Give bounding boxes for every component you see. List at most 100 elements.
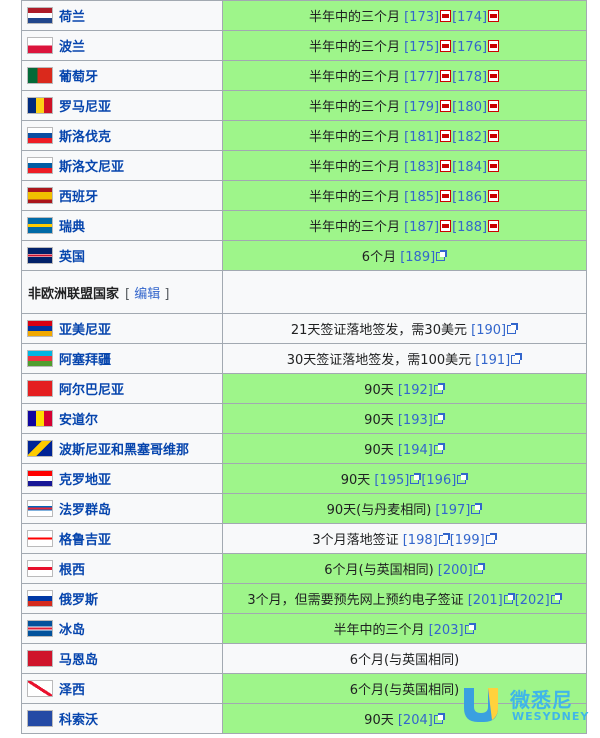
pdf-icon	[488, 100, 500, 112]
reference-link[interactable]: [192]	[398, 383, 433, 398]
country-link[interactable]: 瑞典	[59, 220, 85, 235]
romania-flag-icon	[28, 98, 52, 113]
requirement-text: 6个月(与英国相同)	[349, 683, 460, 698]
country-link[interactable]: 波兰	[59, 40, 85, 55]
country-link[interactable]: 冰岛	[59, 623, 85, 638]
country-link[interactable]: 葡萄牙	[59, 70, 98, 85]
reference-link[interactable]: [200]	[438, 563, 473, 578]
reference-link[interactable]: [194]	[398, 443, 433, 458]
requirement-cell: 半年中的三个月 [175] [176]	[222, 30, 587, 61]
reference-link[interactable]: [183]	[404, 160, 439, 175]
country-cell: 斯洛伐克	[21, 120, 223, 151]
country-cell: 波斯尼亚和黑塞哥维那	[21, 433, 223, 464]
reference-link[interactable]: [182]	[452, 130, 487, 145]
visa-requirements-table: 荷兰半年中的三个月 [173] [174] 波兰半年中的三个月 [175] [176]…	[21, 0, 587, 734]
reference-link[interactable]: [185]	[404, 190, 439, 205]
jersey-flag-icon	[28, 681, 52, 696]
reference-link[interactable]: [186]	[452, 190, 487, 205]
reference-link[interactable]: [180]	[452, 100, 487, 115]
pdf-icon	[488, 70, 500, 82]
requirement-cell: 90天 [195] [196]	[222, 463, 587, 494]
reference-link[interactable]: [188]	[452, 220, 487, 235]
pdf-icon	[440, 160, 452, 172]
portugal-flag-icon	[28, 68, 52, 83]
watermark-brand-cn: 微悉尼	[510, 688, 573, 712]
external-link-icon	[433, 383, 445, 394]
country-link[interactable]: 波斯尼亚和黑塞哥维那	[59, 443, 189, 458]
reference-link[interactable]: [181]	[404, 130, 439, 145]
country-link[interactable]: 克罗地亚	[59, 473, 111, 488]
external-link-icon	[511, 353, 523, 364]
reference-link[interactable]: [198]	[403, 533, 438, 548]
country-link[interactable]: 科索沃	[59, 713, 98, 728]
reference-link[interactable]: [173]	[404, 10, 439, 25]
country-link[interactable]: 亚美尼亚	[59, 323, 111, 338]
reference-link[interactable]: [191]	[475, 353, 510, 368]
pdf-icon	[440, 130, 452, 142]
external-link-icon	[464, 623, 476, 634]
requirement-cell: 半年中的三个月 [173] [174]	[222, 0, 587, 31]
reference-link[interactable]: [177]	[404, 70, 439, 85]
country-link[interactable]: 西班牙	[59, 190, 98, 205]
requirement-text: 半年中的三个月	[333, 623, 425, 638]
country-link[interactable]: 马恩岛	[59, 653, 98, 668]
reference-link[interactable]: [178]	[452, 70, 487, 85]
external-link-icon	[433, 443, 445, 454]
reference-link[interactable]: [196]	[421, 473, 456, 488]
wesydney-logo: 微悉尼 WESYDNEY	[458, 680, 598, 726]
reference-link[interactable]: [184]	[452, 160, 487, 175]
pdf-icon	[440, 40, 452, 52]
table-row: 英国 6个月 [189]	[21, 240, 587, 271]
reference-link[interactable]: [197]	[435, 503, 470, 518]
reference-link[interactable]: [201]	[468, 593, 503, 608]
reference-link[interactable]: [174]	[452, 10, 487, 25]
country-link[interactable]: 阿塞拜疆	[59, 353, 111, 368]
country-link[interactable]: 法罗群岛	[59, 503, 111, 518]
reference-link[interactable]: [204]	[398, 713, 433, 728]
country-cell: 斯洛文尼亚	[21, 150, 223, 181]
edit-section-link[interactable]: 编辑	[134, 287, 160, 302]
reference-link[interactable]: [202]	[515, 593, 550, 608]
table-row: 波斯尼亚和黑塞哥维那 90天 [194]	[21, 433, 587, 464]
country-cell: 罗马尼亚	[21, 90, 223, 121]
country-link[interactable]: 泽西	[59, 683, 85, 698]
reference-link[interactable]: [189]	[400, 250, 435, 265]
reference-link[interactable]: [190]	[471, 323, 506, 338]
reference-link[interactable]: [203]	[429, 623, 464, 638]
reference-link[interactable]: [195]	[374, 473, 409, 488]
pdf-icon	[440, 220, 452, 232]
country-link[interactable]: 阿尔巴尼亚	[59, 383, 124, 398]
reference-link[interactable]: [187]	[404, 220, 439, 235]
spain-flag-icon	[28, 188, 52, 203]
country-link[interactable]: 斯洛文尼亚	[59, 160, 124, 175]
country-cell: 冰岛	[21, 613, 223, 644]
requirement-text: 90天	[364, 383, 394, 398]
country-cell: 根西	[21, 553, 223, 584]
pdf-icon	[440, 190, 452, 202]
reference-link[interactable]: [176]	[452, 40, 487, 55]
country-link[interactable]: 根西	[59, 563, 85, 578]
country-link[interactable]: 安道尔	[59, 413, 98, 428]
pdf-icon	[488, 40, 500, 52]
albania-flag-icon	[28, 381, 52, 396]
country-link[interactable]: 斯洛伐克	[59, 130, 111, 145]
requirement-text: 6个月	[361, 250, 397, 265]
country-link[interactable]: 格鲁吉亚	[59, 533, 111, 548]
requirement-cell: 6个月 [189]	[222, 240, 587, 271]
reference-link[interactable]: [199]	[450, 533, 485, 548]
requirement-text: 半年中的三个月	[308, 130, 400, 145]
country-link[interactable]: 英国	[59, 250, 85, 265]
table-row: 克罗地亚 90天 [195] [196]	[21, 463, 587, 494]
requirement-cell: 90天(与丹麦相同) [197]	[222, 493, 587, 524]
country-link[interactable]: 罗马尼亚	[59, 100, 111, 115]
pdf-icon	[440, 70, 452, 82]
netherlands-flag-icon	[28, 8, 52, 23]
reference-link[interactable]: [179]	[404, 100, 439, 115]
requirement-text: 90天	[364, 413, 394, 428]
requirement-cell: 半年中的三个月 [187] [188]	[222, 210, 587, 241]
requirement-text: 6个月(与英国相同)	[349, 653, 460, 668]
country-link[interactable]: 俄罗斯	[59, 593, 98, 608]
country-link[interactable]: 荷兰	[59, 10, 85, 25]
reference-link[interactable]: [175]	[404, 40, 439, 55]
reference-link[interactable]: [193]	[398, 413, 433, 428]
